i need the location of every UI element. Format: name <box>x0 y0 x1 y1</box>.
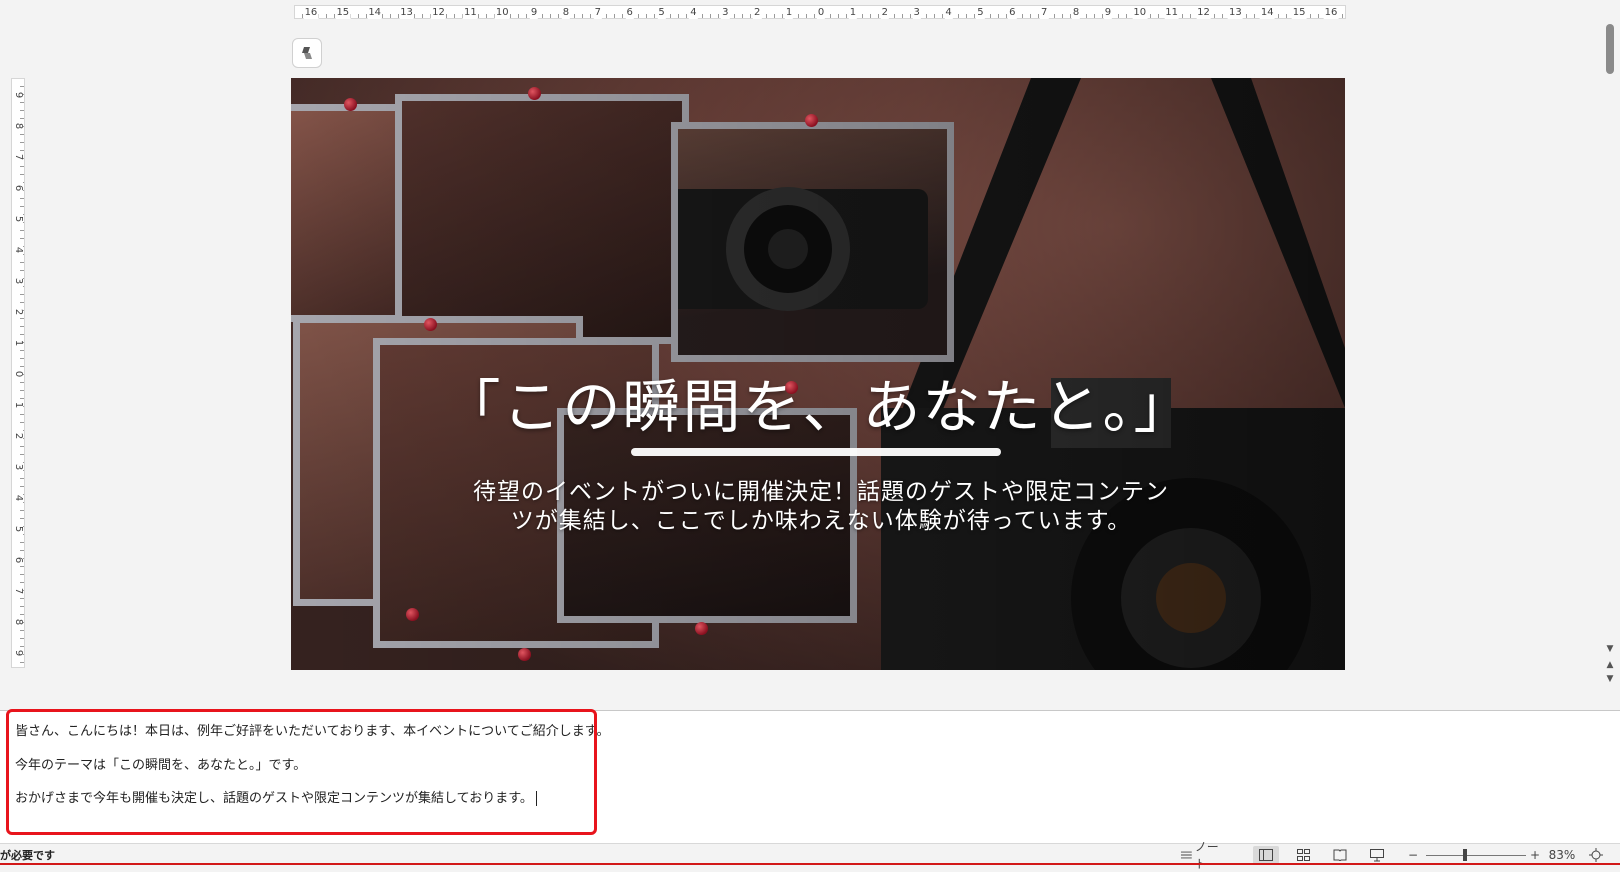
previous-slide-icon[interactable]: ▲ <box>1604 660 1616 670</box>
ruler-label: 6 <box>625 6 634 19</box>
slide-subtitle[interactable]: 待望のイベントがついに開催決定！話題のゲストや限定コンテン ツが集結し、ここでし… <box>431 478 1211 536</box>
ruler-label: 2 <box>13 305 24 318</box>
pin <box>424 318 437 331</box>
vertical-ruler: 9 8 7 6 5 4 3 2 1 0 1 2 3 4 5 6 7 8 9 <box>11 78 25 668</box>
ruler-label: 14 <box>367 6 383 19</box>
pin <box>518 648 531 661</box>
ruler-label: 4 <box>689 6 698 19</box>
ruler-label: 10 <box>1132 6 1148 19</box>
ruler-label: 3 <box>721 6 730 19</box>
ruler-label: 2 <box>880 6 889 19</box>
ruler-label: 1 <box>784 6 794 19</box>
ruler-label: 16 <box>303 6 319 19</box>
horizontal-ruler: 16 15 14 13 12 11 10 9 8 7 6 5 4 3 2 1 0 1 2 3 4 5 6 7 8 9 10 11 12 1… <box>294 5 1346 19</box>
ruler-label: 3 <box>13 274 24 287</box>
ruler-label: 2 <box>13 430 24 443</box>
ruler-label: 5 <box>976 6 985 19</box>
reading-view-icon <box>1333 849 1347 861</box>
pin <box>528 87 541 100</box>
slideshow-icon <box>1370 848 1384 861</box>
ruler-label: 6 <box>13 181 24 194</box>
ruler-label: 5 <box>13 212 24 225</box>
ruler-label: 5 <box>13 523 24 536</box>
ruler-label: 8 <box>561 6 571 19</box>
slide-canvas[interactable]: 「この瞬間を、あなたと。」 待望のイベントがついに開催決定！話題のゲストや限定コ… <box>291 78 1345 670</box>
ruler-label: 8 <box>13 616 24 629</box>
pin <box>695 622 708 635</box>
slide-sorter-button[interactable] <box>1290 846 1316 864</box>
copilot-icon <box>302 47 312 59</box>
zoom-slider[interactable] <box>1426 855 1526 856</box>
ruler-label: 12 <box>431 6 446 19</box>
ruler-label: 13 <box>399 6 414 19</box>
slide-title[interactable]: 「この瞬間を、あなたと。」 <box>291 360 1345 444</box>
slideshow-button[interactable] <box>1364 846 1390 864</box>
ruler-label: 16 <box>1323 6 1339 19</box>
reading-view-button[interactable] <box>1327 846 1353 864</box>
pin <box>406 608 419 621</box>
ruler-label: 7 <box>1039 6 1049 19</box>
normal-view-icon <box>1259 849 1273 861</box>
scroll-down-icon[interactable]: ▼ <box>1604 644 1616 654</box>
copilot-button[interactable] <box>292 38 322 68</box>
ruler-label: 10 <box>494 6 510 19</box>
subtitle-line: ツが集結し、ここでしか味わえない体験が待っています。 <box>510 508 1132 534</box>
ruler-label: 3 <box>912 6 921 19</box>
ruler-label: 4 <box>13 243 24 256</box>
ruler-label: 1 <box>13 336 24 349</box>
normal-view-button[interactable] <box>1253 846 1279 864</box>
zoom-out-button[interactable]: − <box>1406 846 1420 864</box>
ruler-label: 15 <box>335 6 351 19</box>
ruler-label: 12 <box>1196 6 1211 19</box>
slide-sorter-icon <box>1296 849 1310 861</box>
ruler-label: 2 <box>753 6 762 19</box>
fit-to-window-button[interactable] <box>1585 846 1607 864</box>
ruler-label: 11 <box>462 6 478 19</box>
notes-button[interactable]: ノート <box>1180 840 1230 871</box>
title-underline-stroke <box>631 448 1001 456</box>
ruler-label: 9 <box>1103 6 1113 19</box>
notes-icon <box>1180 851 1192 859</box>
ruler-label: 7 <box>593 6 603 19</box>
ruler-label: 13 <box>1228 6 1243 19</box>
ruler-label: 9 <box>13 88 24 101</box>
fit-to-window-icon <box>1589 848 1603 862</box>
ruler-label: 6 <box>1008 6 1017 19</box>
zoom-slider-thumb[interactable] <box>1463 849 1467 861</box>
ruler-label: 8 <box>13 119 24 132</box>
scrollbar-thumb[interactable] <box>1606 24 1614 74</box>
ruler-label: 9 <box>13 647 24 660</box>
ruler-label: 1 <box>848 6 858 19</box>
ruler-label: 4 <box>944 6 953 19</box>
zoom-level[interactable]: 83% <box>1545 846 1579 864</box>
ruler-label: 7 <box>13 585 24 598</box>
status-message: が必要です <box>0 849 55 862</box>
ruler-label: 6 <box>13 554 24 567</box>
ruler-label: 11 <box>1164 6 1180 19</box>
ruler-label: 15 <box>1291 6 1307 19</box>
pin <box>805 114 818 127</box>
ruler-label: 9 <box>529 6 539 19</box>
next-slide-icon[interactable]: ▼ <box>1604 674 1616 684</box>
notes-label: ノート <box>1194 840 1219 871</box>
ruler-label: 0 <box>13 368 24 380</box>
ruler-label: 4 <box>13 492 24 505</box>
ruler-label: 3 <box>13 461 24 474</box>
ruler-label: 0 <box>816 6 826 19</box>
zoom-in-button[interactable]: + <box>1528 846 1542 864</box>
ruler-label: 14 <box>1259 6 1275 19</box>
ruler-label: 8 <box>1071 6 1081 19</box>
subtitle-line: 待望のイベントがついに開催決定！話題のゲストや限定コンテン <box>473 479 1169 505</box>
vertical-scrollbar[interactable]: ▼ ▲ ▼ <box>1604 22 1616 692</box>
pin <box>344 98 357 111</box>
ruler-label: 1 <box>13 399 24 412</box>
ruler-label: 5 <box>657 6 666 19</box>
highlight-box <box>6 709 597 835</box>
ruler-label: 7 <box>13 150 24 163</box>
